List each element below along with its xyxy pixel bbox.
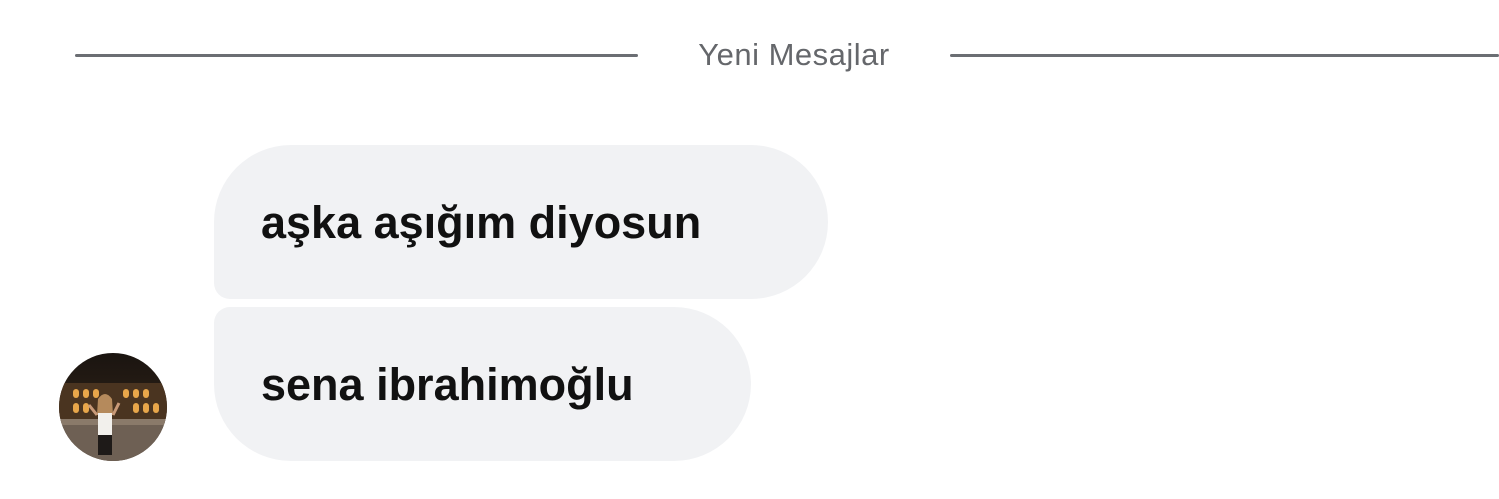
message-text: sena ibrahimoğlu [261,358,634,410]
message-bubble[interactable]: aşka aşığım diyosun [214,145,828,299]
message-bubble[interactable]: sena ibrahimoğlu [214,307,751,461]
divider-line-right [950,54,1499,57]
new-messages-divider-label: Yeni Mesajlar [698,37,890,72]
divider-line-left [75,54,638,57]
avatar[interactable] [59,353,167,461]
message-text: aşka aşığım diyosun [261,196,702,248]
avatar-photo-icon [59,353,167,461]
